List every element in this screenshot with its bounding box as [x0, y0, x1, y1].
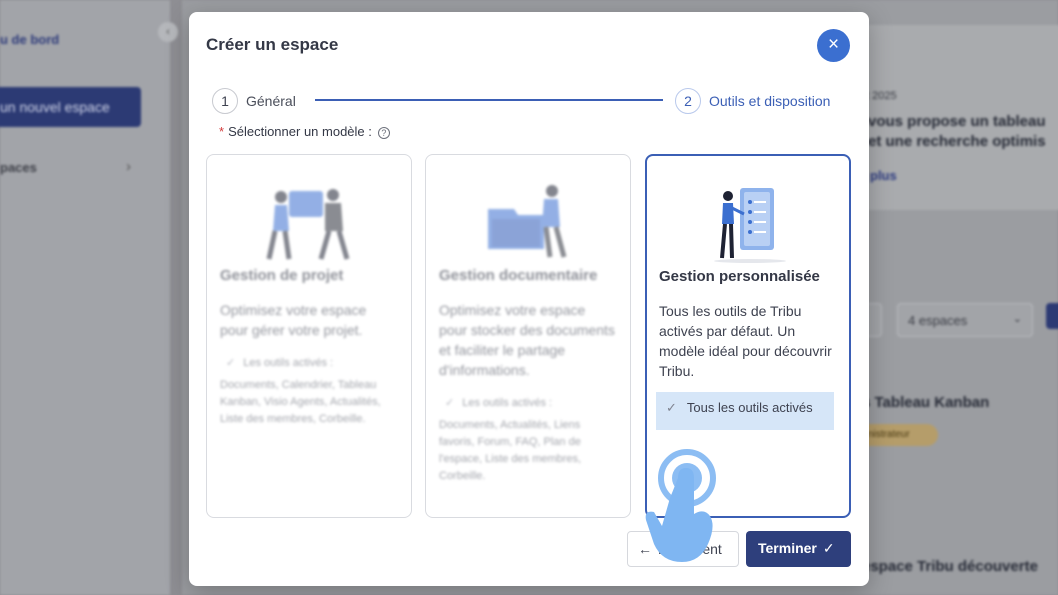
check-icon: ✓ — [822, 540, 835, 556]
card-description: Optimisez votre espace pour gérer votre … — [220, 302, 367, 338]
step-number: 2 — [675, 88, 701, 114]
card-title: Gestion documentaire — [439, 267, 598, 284]
close-icon: × — [827, 34, 840, 55]
check-icon: ✓ — [666, 400, 677, 415]
create-space-modal: Créer un espace × 1 Général 2 Outils et … — [189, 12, 869, 586]
check-icon: ✓ — [226, 357, 236, 369]
news-date: t 2025 — [866, 90, 897, 102]
card-title: Gestion personnalisée — [659, 268, 820, 285]
tools-list: Documents, Actualités, Liens favoris, Fo… — [439, 419, 582, 482]
news-headline: vous propose un tableau et une recherche… — [868, 112, 1058, 152]
sidebar: u de bord un nouvel espace paces › ‹ — [0, 0, 178, 595]
finish-button[interactable]: Terminer ✓ — [746, 531, 851, 567]
space-kanban-title: s Tableau Kanban — [862, 394, 990, 411]
spaces-filter-value: 4 espaces — [908, 313, 968, 328]
sidebar-dashboard-link: u de bord — [0, 32, 60, 47]
step-general[interactable]: 1 Général — [212, 88, 296, 114]
chevron-right-icon: › — [126, 158, 131, 175]
template-card-custom[interactable]: Gestion personnalisée Tous les outils de… — [645, 154, 851, 518]
new-space-button: un nouvel espace — [0, 87, 141, 127]
finish-button-label: Terminer — [758, 540, 817, 556]
collapse-sidebar-icon: ‹ — [158, 22, 178, 42]
card-title: Gestion de projet — [220, 267, 344, 284]
documents-illustration-icon — [439, 155, 617, 263]
chevron-down-icon: ⌄ — [1012, 313, 1022, 325]
space-tribu-title: espace Tribu découverte — [862, 558, 1038, 575]
all-tools-badge: ✓ Tous les outils activés — [656, 392, 834, 430]
required-mark: * — [219, 124, 225, 139]
news-headline-line2: et une recherche optimis — [868, 133, 1046, 150]
all-tools-text: Tous les outils activés — [686, 400, 813, 415]
step-tools-layout[interactable]: 2 Outils et disposition — [675, 88, 830, 114]
previous-button-label: Précédent — [658, 541, 722, 557]
project-illustration-icon — [220, 155, 398, 263]
add-button — [1046, 303, 1058, 329]
card-content: Gestion de projet Optimisez votre espace… — [220, 155, 398, 428]
step-label: Général — [246, 93, 296, 109]
help-icon[interactable]: ? — [377, 127, 390, 139]
check-icon: ✓ — [445, 397, 455, 409]
template-card-project[interactable]: Gestion de projet Optimisez votre espace… — [206, 154, 412, 518]
step-label: Outils et disposition — [709, 93, 831, 109]
close-button[interactable]: × — [817, 29, 850, 62]
sidebar-item-spaces: paces — [0, 160, 37, 175]
model-field-label: * Sélectionner un modèle :? — [219, 124, 390, 139]
tools-heading-text: Les outils activés : — [462, 397, 553, 409]
custom-illustration-icon — [659, 156, 837, 264]
tools-heading: ✓ Les outils activés : — [220, 356, 398, 369]
step-connector — [315, 99, 663, 101]
news-headline-line1: vous propose un tableau — [868, 113, 1046, 130]
news-more-link: plus — [870, 168, 897, 183]
arrow-left-icon: ← — [638, 541, 652, 557]
template-card-documents[interactable]: Gestion documentaire Optimisez votre esp… — [425, 154, 631, 518]
previous-button[interactable]: ← Précédent — [627, 531, 739, 567]
spaces-filter-select: 4 espaces ⌄ — [897, 303, 1033, 337]
card-description: Tous les outils de Tribu activés par déf… — [659, 303, 832, 379]
step-number: 1 — [212, 88, 238, 114]
card-description: Optimisez votre espace pour stocker des … — [439, 302, 615, 378]
tools-heading: ✓ Les outils activés : — [439, 396, 617, 409]
modal-title: Créer un espace — [206, 35, 339, 54]
model-label-text: Sélectionner un modèle : — [228, 124, 372, 139]
tools-list: Documents, Calendrier, Tableau Kanban, V… — [220, 379, 381, 425]
tools-heading-text: Les outils activés : — [243, 357, 334, 369]
card-content: Gestion documentaire Optimisez votre esp… — [439, 155, 617, 485]
